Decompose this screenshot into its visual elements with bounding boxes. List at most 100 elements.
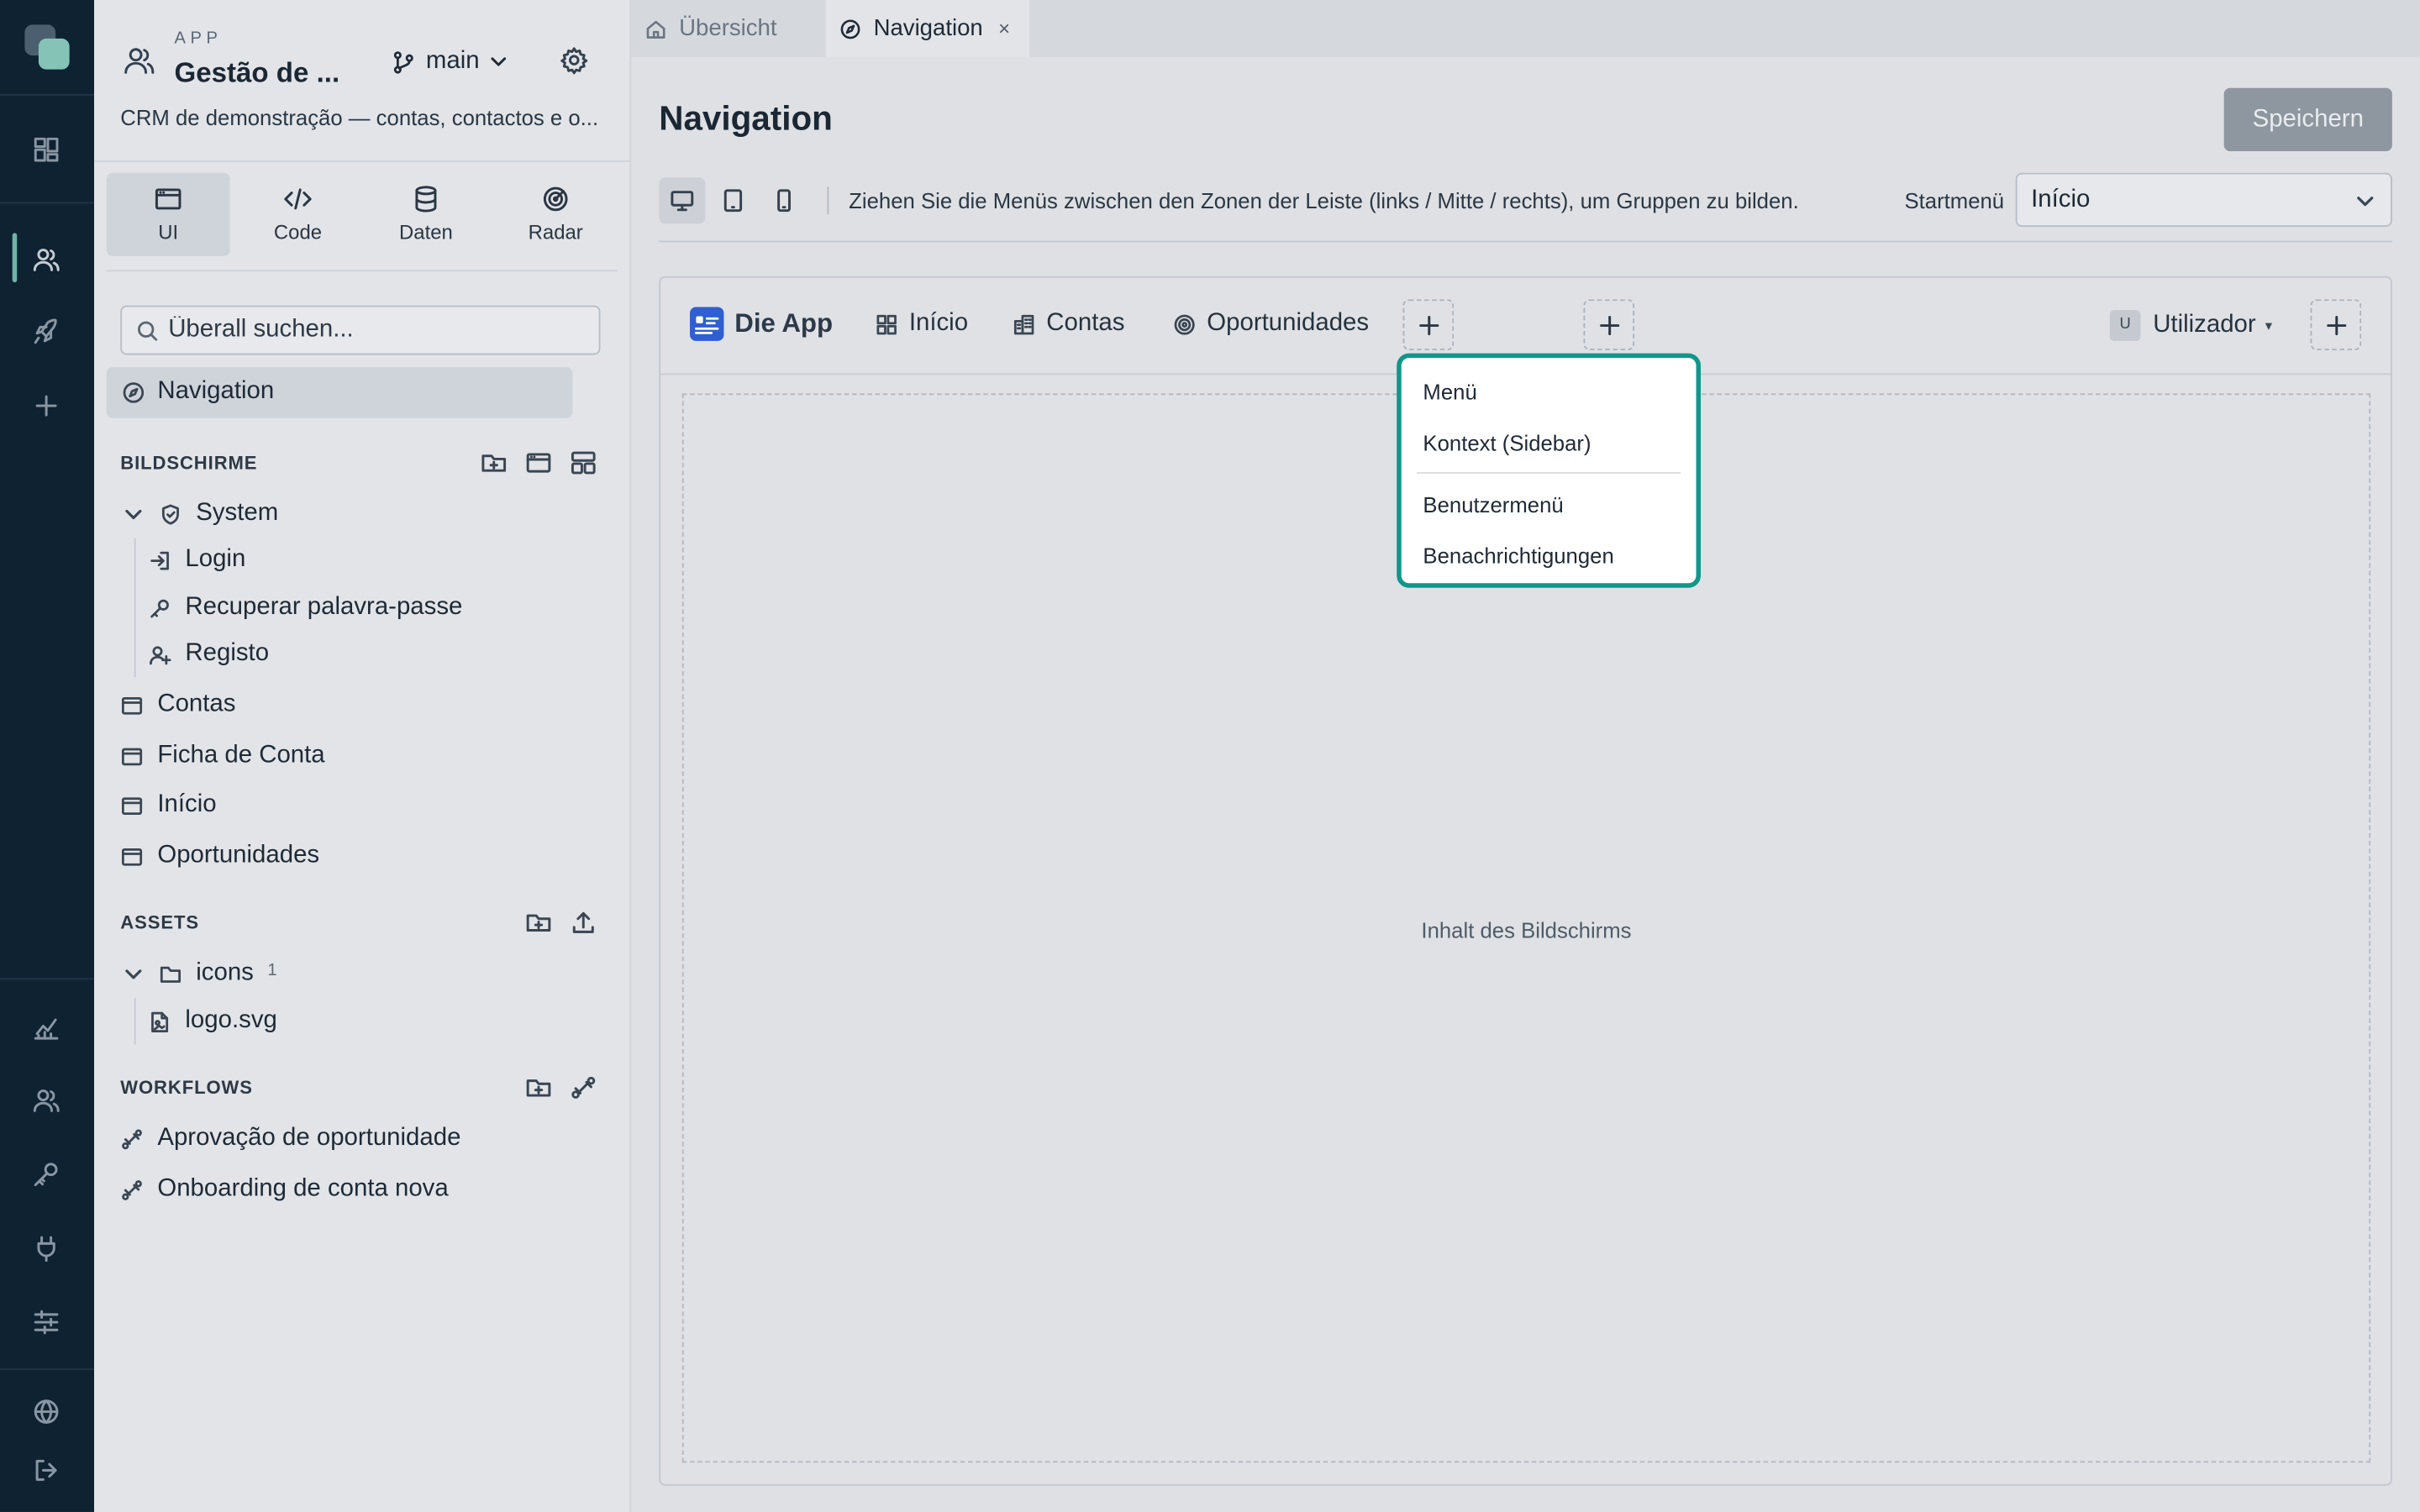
tree-folder-icons[interactable]: icons 1 — [124, 952, 277, 995]
tree-item-contas[interactable]: Contas — [120, 684, 235, 727]
gear-icon[interactable] — [559, 45, 590, 76]
tree-item-inicio[interactable]: Início — [120, 784, 217, 827]
analytics-icon[interactable] — [31, 1012, 62, 1043]
new-folder-icon[interactable] — [524, 909, 552, 937]
window-icon — [155, 188, 182, 210]
compass-icon — [840, 18, 860, 39]
users-icon[interactable] — [31, 244, 62, 275]
new-screen-icon[interactable] — [524, 449, 552, 476]
start-menu-select[interactable]: Início — [2015, 172, 2392, 227]
sidebar-item-navigation[interactable]: Navigation — [106, 367, 573, 418]
sliders-icon[interactable] — [31, 1307, 62, 1338]
tree-label: Registo — [185, 640, 270, 667]
tree-item-login[interactable]: Login — [148, 538, 245, 581]
mode-tab-code[interactable]: Code — [236, 173, 360, 256]
mode-tab-ui[interactable]: UI — [106, 172, 230, 256]
navbar-item-label: Oportunidades — [1207, 310, 1370, 337]
add-menu-dropdown: Menü Kontext (Sidebar) Benutzermenü Bena… — [1397, 353, 1702, 588]
caret-down-icon: ▾ — [2265, 317, 2273, 333]
tree-label: logo.svg — [185, 1007, 277, 1034]
navbar-item-inicio[interactable]: Início — [875, 310, 968, 338]
tablet-view-button[interactable] — [710, 177, 756, 223]
folder-count-badge: 1 — [267, 961, 277, 980]
plug-icon[interactable] — [31, 1233, 62, 1264]
navbar-brand[interactable]: Die App — [690, 307, 833, 341]
mode-tabs: UI Code Daten Radar — [106, 172, 618, 256]
tablet-icon — [723, 189, 743, 213]
tree-item-oportunidades[interactable]: Oportunidades — [120, 835, 319, 878]
new-folder-icon[interactable] — [480, 449, 508, 476]
tree-group-system[interactable]: System — [124, 492, 278, 535]
login-icon — [150, 550, 169, 570]
mode-tab-label: UI — [158, 220, 179, 244]
tab-navigation[interactable]: Navigation × — [825, 0, 1030, 57]
tree-item-logo-svg[interactable]: logo.svg — [148, 1000, 277, 1042]
tree-item-recover-password[interactable]: Recuperar palavra-passe — [148, 586, 462, 629]
assets-section-title: ASSETS — [120, 911, 199, 934]
plus-icon[interactable] — [31, 391, 62, 422]
workflow-icon[interactable] — [570, 1074, 597, 1101]
add-menu-left-button[interactable] — [1402, 299, 1455, 350]
tree-item-ficha-de-conta[interactable]: Ficha de Conta — [120, 734, 325, 777]
mode-tab-data[interactable]: Daten — [364, 173, 487, 256]
sidebar-item-label: Navigation — [157, 377, 275, 405]
navbar-item-label: Início — [908, 310, 969, 337]
user-menu[interactable]: U Utilizador ▾ — [2109, 310, 2273, 341]
screen-icon — [121, 848, 143, 865]
tree-label: Oportunidades — [157, 842, 320, 869]
screen-icon — [121, 747, 143, 765]
tree-label: Login — [185, 546, 246, 573]
mode-tab-radar[interactable]: Radar — [494, 173, 618, 256]
navbar-item-label: Contas — [1046, 310, 1125, 337]
tab-overview[interactable]: Übersicht — [645, 0, 824, 57]
dropdown-item-notifications[interactable]: Benachrichtigungen — [1423, 543, 1613, 568]
mobile-view-button[interactable] — [760, 177, 807, 223]
team-icon[interactable] — [31, 1084, 62, 1116]
tab-label: Übersicht — [679, 15, 777, 42]
tree-label: icons — [196, 959, 254, 986]
grid-icon — [876, 313, 897, 334]
desktop-view-button[interactable] — [659, 177, 706, 224]
save-button[interactable]: Speichern — [2223, 87, 2392, 151]
dropdown-item-context-sidebar[interactable]: Kontext (Sidebar) — [1423, 430, 1591, 454]
key-icon — [150, 598, 169, 617]
brand-label: Die App — [734, 308, 834, 339]
globe-icon[interactable] — [31, 1396, 62, 1427]
shield-icon — [161, 503, 179, 524]
phone-icon — [777, 189, 791, 213]
workflow-icon — [122, 1179, 142, 1200]
logout-icon[interactable] — [31, 1455, 62, 1486]
mode-tab-label: Daten — [399, 220, 453, 244]
key-icon[interactable] — [31, 1158, 62, 1189]
upload-icon[interactable] — [570, 909, 597, 937]
workflow-item-onboarding[interactable]: Onboarding de conta nova — [120, 1168, 449, 1210]
logo[interactable] — [24, 24, 71, 71]
page-title: Navigation — [659, 98, 833, 138]
navbar-item-contas[interactable]: Contas — [1013, 310, 1125, 338]
plus-icon — [1419, 315, 1439, 336]
screens-section-title: BILDSCHIRME — [120, 452, 258, 474]
search-input[interactable] — [168, 307, 586, 354]
app-brand-icon — [690, 307, 724, 341]
rocket-icon[interactable] — [31, 317, 62, 348]
close-icon[interactable]: × — [998, 17, 1010, 40]
branch-selector[interactable]: main — [391, 45, 508, 78]
new-folder-icon[interactable] — [524, 1074, 552, 1101]
chevron-down-icon — [125, 969, 142, 979]
drag-hint: Ziehen Sie die Menüs zwischen den Zonen … — [849, 188, 1799, 213]
layout-icon[interactable] — [570, 449, 597, 476]
git-branch-icon — [393, 50, 413, 73]
folder-icon — [160, 965, 182, 982]
workflow-item-approval[interactable]: Aprovação de oportunidade — [120, 1117, 460, 1160]
chevron-down-icon — [2357, 197, 2374, 207]
navbar-item-oportunidades[interactable]: Oportunidades — [1173, 310, 1369, 338]
add-menu-center-button[interactable] — [1583, 299, 1635, 350]
dropdown-item-menu[interactable]: Menü — [1423, 380, 1476, 404]
dropdown-item-user-menu[interactable]: Benutzermenü — [1423, 492, 1563, 517]
dashboard-icon[interactable] — [31, 134, 62, 165]
tree-item-register[interactable]: Registo — [148, 633, 269, 675]
global-search — [120, 305, 601, 355]
screen-icon — [121, 696, 143, 714]
tab-label: Navigation — [873, 15, 983, 42]
add-menu-right-button[interactable] — [2310, 299, 2362, 350]
